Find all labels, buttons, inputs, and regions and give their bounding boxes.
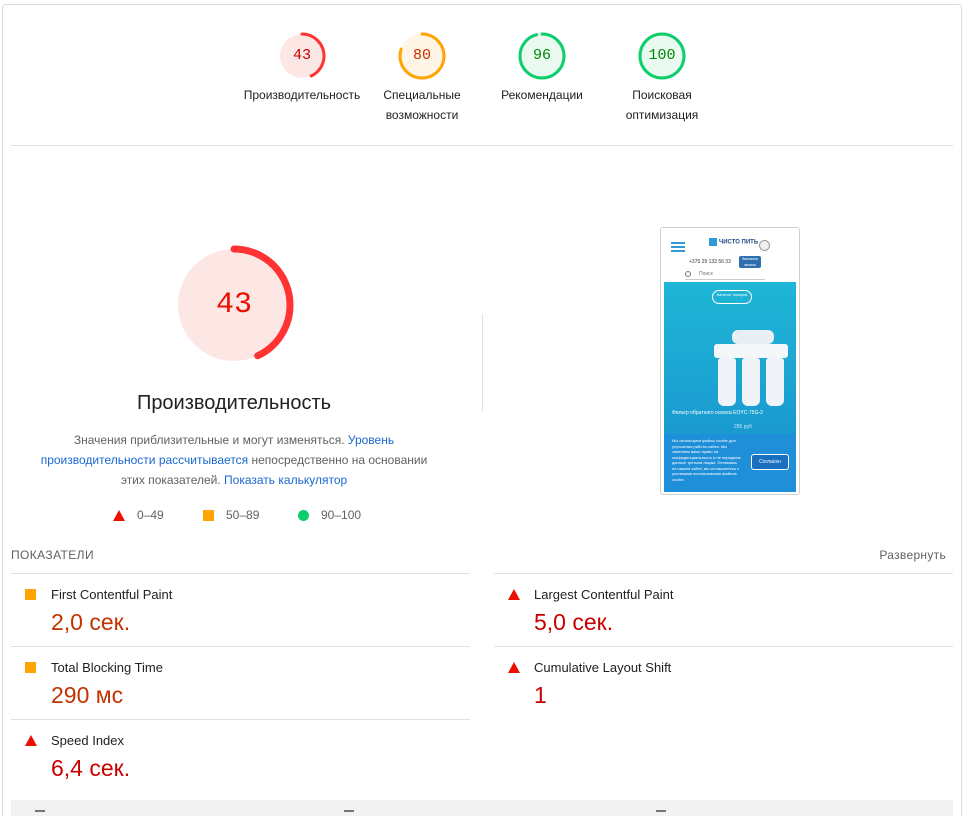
metric-lcp[interactable]: Largest Contentful Paint 5,0 сек. bbox=[494, 574, 924, 646]
show-calculator-link[interactable]: Показать калькулятор bbox=[224, 473, 347, 487]
thumb-cookie-text: Мы используем файлы cookie для улучшения… bbox=[672, 438, 741, 482]
thumb-header: ЧИСТО ПИТЬ +375 29 133 56 33 Заказать зв… bbox=[661, 228, 799, 282]
performance-score: 43 bbox=[292, 47, 311, 64]
score-seo[interactable]: 100 Поисковая оптимизация bbox=[597, 31, 727, 125]
metric-tbt[interactable]: Total Blocking Time 290 мс bbox=[11, 647, 441, 719]
legend-average-label: 50–89 bbox=[226, 508, 260, 522]
seo-gauge: 100 bbox=[637, 31, 687, 81]
metric-value: 290 мс bbox=[51, 682, 124, 708]
thumb-catalog-button: Каталог товаров bbox=[712, 290, 752, 304]
toolbar-icon bbox=[656, 810, 666, 816]
menu-icon bbox=[671, 242, 685, 254]
performance-label: Производительность bbox=[243, 88, 361, 102]
performance-description: Значения приблизительные и могут изменят… bbox=[36, 430, 432, 490]
vertical-divider bbox=[482, 314, 483, 411]
fail-triangle-icon bbox=[508, 662, 520, 673]
thumb-call-button: Заказать звонок bbox=[739, 256, 761, 268]
filter-membrane bbox=[732, 330, 774, 344]
metric-speed-index[interactable]: Speed Index 6,4 сек. bbox=[11, 720, 441, 792]
accessibility-score: 80 bbox=[412, 47, 431, 64]
best-practices-label: Рекомендации bbox=[501, 88, 583, 102]
legend-pass-label: 90–100 bbox=[321, 508, 362, 522]
metric-fcp[interactable]: First Contentful Paint 2,0 сек. bbox=[11, 574, 441, 646]
main-performance-score: 43 bbox=[215, 288, 252, 322]
square-icon bbox=[203, 509, 214, 521]
filter-cylinder bbox=[742, 358, 760, 406]
thumb-cookie-banner: Мы используем файлы cookie для улучшения… bbox=[664, 434, 796, 492]
main-performance-gauge: 43 bbox=[172, 243, 296, 367]
logo-icon bbox=[709, 238, 717, 246]
seo-label: Поисковая оптимизация bbox=[625, 88, 699, 122]
thumb-logo-text: ЧИСТО ПИТЬ bbox=[719, 239, 759, 246]
best-practices-score: 96 bbox=[532, 47, 551, 64]
desc-text-1: Значения приблизительные и могут изменят… bbox=[73, 433, 348, 447]
metric-value: 2,0 сек. bbox=[51, 609, 131, 635]
score-accessibility[interactable]: 80 Специальные возможности bbox=[357, 31, 487, 125]
accessibility-label: Специальные возможности bbox=[383, 88, 461, 122]
legend-average: 50–89 bbox=[203, 508, 259, 522]
thumb-search-text: Поиск bbox=[699, 271, 713, 277]
legend-fail-label: 0–49 bbox=[137, 508, 164, 522]
score-performance[interactable]: 43 Производительность bbox=[237, 31, 367, 105]
metric-value: 6,4 сек. bbox=[51, 755, 131, 781]
fail-triangle-icon bbox=[508, 589, 520, 600]
metric-value: 1 bbox=[534, 682, 547, 708]
search-icon bbox=[685, 271, 691, 277]
thumb-logo: ЧИСТО ПИТЬ bbox=[709, 238, 758, 246]
header-divider bbox=[11, 145, 953, 146]
toolbar-icon bbox=[344, 810, 354, 816]
thumb-hero: Каталог товаров Фильтр обратного осмоса … bbox=[664, 282, 796, 434]
metric-name: Largest Contentful Paint bbox=[534, 587, 674, 602]
metric-name: Speed Index bbox=[51, 733, 125, 748]
fail-triangle-icon bbox=[25, 735, 37, 746]
best-practices-gauge: 96 bbox=[517, 31, 567, 81]
metric-cls[interactable]: Cumulative Layout Shift 1 bbox=[494, 647, 924, 719]
thumb-product-name: Фильтр обратного осмоса EOYC-75G-2 bbox=[672, 410, 763, 416]
filmstrip-bar bbox=[11, 800, 953, 816]
average-square-icon bbox=[25, 662, 36, 673]
filter-cylinder bbox=[718, 358, 736, 406]
metric-name: Cumulative Layout Shift bbox=[534, 660, 672, 675]
expand-toggle[interactable]: Развернуть bbox=[879, 548, 946, 562]
triangle-icon bbox=[113, 509, 125, 521]
thumb-phone: +375 29 133 56 33 bbox=[689, 259, 731, 265]
accessibility-gauge: 80 bbox=[397, 31, 447, 81]
page-screenshot-thumbnail[interactable]: ЧИСТО ПИТЬ +375 29 133 56 33 Заказать зв… bbox=[660, 227, 800, 495]
metrics-heading: ПОКАЗАТЕЛИ bbox=[11, 548, 94, 562]
filter-cylinder bbox=[766, 358, 784, 406]
performance-gauge: 43 bbox=[277, 31, 327, 81]
legend-pass: 90–100 bbox=[298, 508, 361, 522]
user-icon bbox=[759, 240, 770, 251]
circle-icon bbox=[298, 509, 309, 521]
filter-top bbox=[714, 344, 788, 358]
metric-name: First Contentful Paint bbox=[51, 587, 173, 602]
seo-score: 100 bbox=[648, 47, 676, 64]
thumb-price: 285 руб bbox=[734, 424, 752, 430]
metric-name: Total Blocking Time bbox=[51, 660, 163, 675]
toolbar-icon bbox=[35, 810, 45, 816]
thumb-cookie-accept: Согласен bbox=[751, 454, 789, 470]
thumb-search: Поиск bbox=[685, 271, 765, 280]
score-best-practices[interactable]: 96 Рекомендации bbox=[477, 31, 607, 105]
main-performance-title: Производительность bbox=[136, 392, 332, 414]
legend-fail: 0–49 bbox=[113, 508, 164, 522]
filter-image bbox=[714, 330, 788, 406]
metric-value: 5,0 сек. bbox=[534, 609, 614, 635]
average-square-icon bbox=[25, 589, 36, 600]
